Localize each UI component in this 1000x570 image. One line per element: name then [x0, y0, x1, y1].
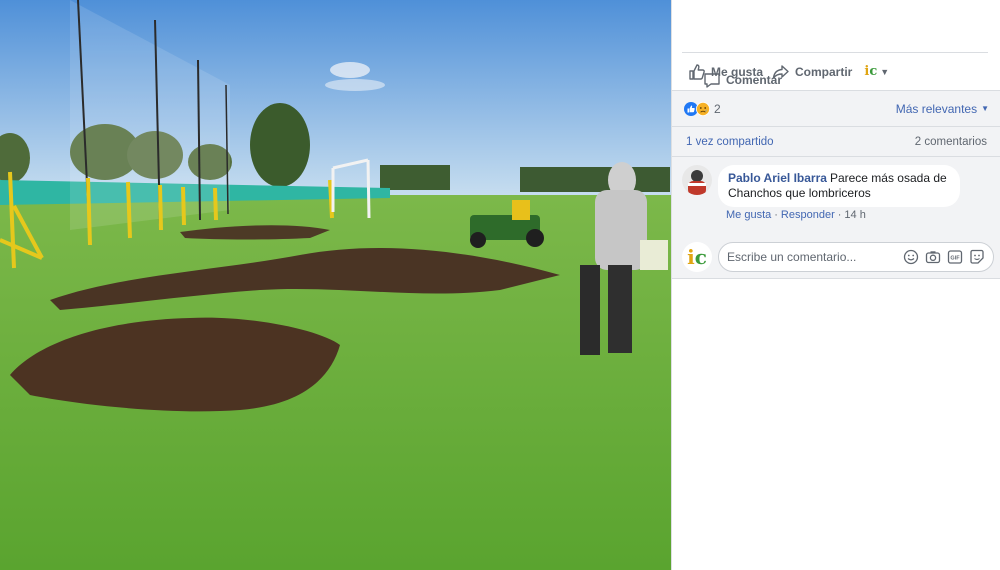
separator-dot: ·: [837, 209, 842, 221]
comment-sort-dropdown[interactable]: Más relevantes ▼: [896, 102, 989, 116]
post-photo[interactable]: [0, 0, 671, 570]
action-bar: Me gusta Comentar Compartir ic ▼: [682, 52, 988, 90]
comment-author-link[interactable]: Pablo Ariel Ibarra: [728, 171, 827, 185]
comments-section: Pablo Ariel Ibarra Parece más osada de Ch…: [672, 156, 1000, 279]
share-label: Compartir: [795, 64, 853, 79]
comment-reply-link[interactable]: Responder: [781, 209, 835, 221]
comment-sort-label: Más relevantes: [895, 101, 978, 116]
comment-meta: Me gusta · Responder · 14 h: [726, 209, 866, 221]
comment-timestamp[interactable]: 14 h: [844, 209, 865, 221]
page-logo-icon: ic: [864, 64, 878, 79]
photo-image: [0, 0, 671, 570]
sticker-icon[interactable]: [969, 249, 985, 265]
sad-reaction-icon: [696, 101, 710, 116]
reaction-count: 2: [714, 101, 721, 116]
share-stats-bar: 1 vez compartido 2 comentarios: [672, 126, 1000, 156]
composer-icons: GIF: [903, 249, 985, 265]
comment-label: Comentar: [726, 73, 783, 87]
post-viewer: Me gusta Comentar Compartir ic ▼ 2 Más r…: [0, 0, 1000, 570]
share-count-link[interactable]: 1 vez compartido: [686, 136, 774, 148]
separator-dot: ·: [774, 209, 778, 221]
page-selector[interactable]: ic ▼: [864, 53, 889, 91]
camera-icon[interactable]: [925, 249, 941, 265]
comment-bubble: Pablo Ariel Ibarra Parece más osada de Ch…: [718, 165, 960, 207]
comment-like-link[interactable]: Me gusta: [726, 209, 771, 221]
gif-icon[interactable]: GIF: [947, 249, 963, 265]
share-button[interactable]: Compartir: [772, 53, 852, 91]
emoji-icon[interactable]: [903, 249, 919, 265]
comment-input[interactable]: [727, 250, 897, 264]
speech-bubble-icon: [704, 73, 720, 88]
page-logo-icon: ic: [687, 245, 707, 269]
avatar-image: [682, 165, 712, 195]
svg-text:GIF: GIF: [950, 256, 960, 262]
chevron-down-icon: ▼: [880, 66, 890, 77]
reaction-icons[interactable]: 2: [684, 101, 721, 116]
reactions-bar: 2 Más relevantes ▼: [672, 90, 1000, 126]
comment-count-link[interactable]: 2 comentarios: [915, 136, 987, 148]
caret-down-icon: ▼: [981, 104, 989, 113]
post-side-panel: Me gusta Comentar Compartir ic ▼ 2 Más r…: [671, 0, 1000, 570]
composer-page-logo: ic: [682, 242, 712, 272]
comment-composer: ic Escribe un comentario... GIF: [682, 242, 994, 272]
commenter-avatar[interactable]: [682, 165, 712, 195]
comment-item: Pablo Ariel Ibarra Parece más osada de Ch…: [682, 165, 960, 207]
comment-input-box[interactable]: GIF: [718, 242, 994, 272]
